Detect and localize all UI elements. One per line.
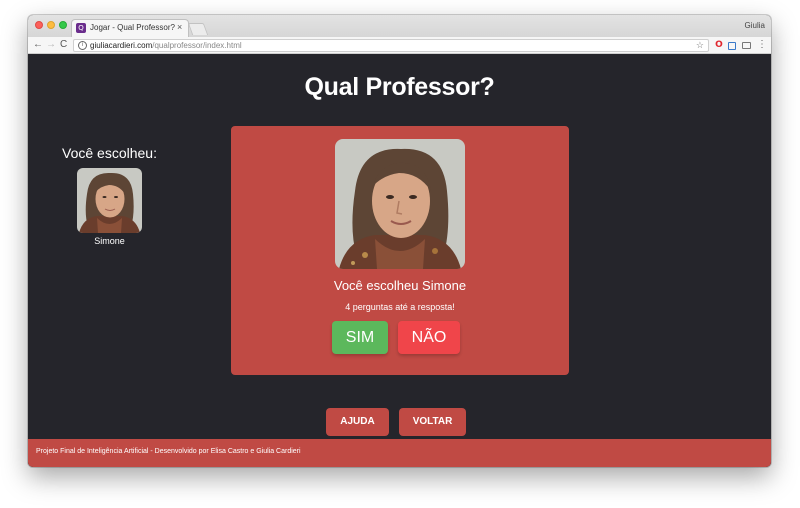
chosen-professor-thumbnail	[77, 168, 142, 233]
menu-icon[interactable]: ⋮	[757, 40, 767, 50]
opera-extension-icon[interactable]: O	[714, 40, 724, 50]
reload-icon[interactable]: C	[60, 39, 67, 51]
url-text[interactable]: giuliacardieri.com/qualprofessor/index.h…	[90, 41, 242, 51]
page-content: Qual Professor? Você escolheu: Simone Vo…	[28, 55, 771, 467]
tab-close-icon[interactable]: ×	[177, 22, 182, 32]
address-bar[interactable]: i giuliacardieri.com/qualprofessor/index…	[73, 39, 709, 52]
close-window-button[interactable]	[35, 21, 43, 29]
yes-button[interactable]: SIM	[332, 321, 388, 354]
maximize-window-button[interactable]	[59, 21, 67, 29]
back-button[interactable]: VOLTAR	[399, 408, 466, 436]
browser-window: Q Jogar - Qual Professor? × Giulia ← → C…	[28, 15, 771, 467]
forward-icon[interactable]: →	[46, 39, 56, 51]
tab-bar: Q Jogar - Qual Professor? × Giulia	[28, 15, 771, 37]
page-title: Qual Professor?	[304, 73, 495, 101]
chosen-heading: Você escolheu:	[62, 145, 157, 161]
questions-remaining: 4 perguntas até a resposta!	[345, 302, 455, 312]
tab-title: Jogar - Qual Professor?	[90, 23, 175, 32]
tab-jogar[interactable]: Q Jogar - Qual Professor? ×	[71, 19, 189, 37]
info-icon[interactable]: i	[78, 41, 87, 50]
professor-photo-thumb	[77, 168, 142, 233]
professor-photo	[335, 139, 465, 269]
chosen-professor-name: Simone	[94, 236, 125, 246]
profile-name[interactable]: Giulia	[745, 21, 765, 30]
no-button[interactable]: NÃO	[398, 321, 460, 354]
url-host: giuliacardieri.com	[90, 41, 153, 50]
minimize-window-button[interactable]	[47, 21, 55, 29]
address-toolbar: ← → C i giuliacardieri.com/qualprofessor…	[28, 37, 771, 54]
card-title: Você escolheu Simone	[333, 278, 467, 293]
footer: Projeto Final de Inteligência Artificial…	[28, 439, 771, 467]
url-path: /qualprofessor/index.html	[152, 41, 242, 50]
bookmark-star-icon[interactable]: ☆	[696, 40, 704, 51]
professor-photo-image	[335, 139, 465, 269]
favicon-icon: Q	[76, 23, 86, 33]
help-button[interactable]: AJUDA	[326, 408, 389, 436]
cast-icon[interactable]	[742, 42, 751, 49]
footer-text: Projeto Final de Inteligência Artificial…	[36, 448, 301, 455]
extension-icon[interactable]	[728, 42, 736, 50]
back-icon[interactable]: ←	[33, 39, 43, 51]
question-card: Você escolheu Simone 4 perguntas até a r…	[231, 126, 569, 375]
new-tab-button[interactable]	[187, 23, 209, 35]
